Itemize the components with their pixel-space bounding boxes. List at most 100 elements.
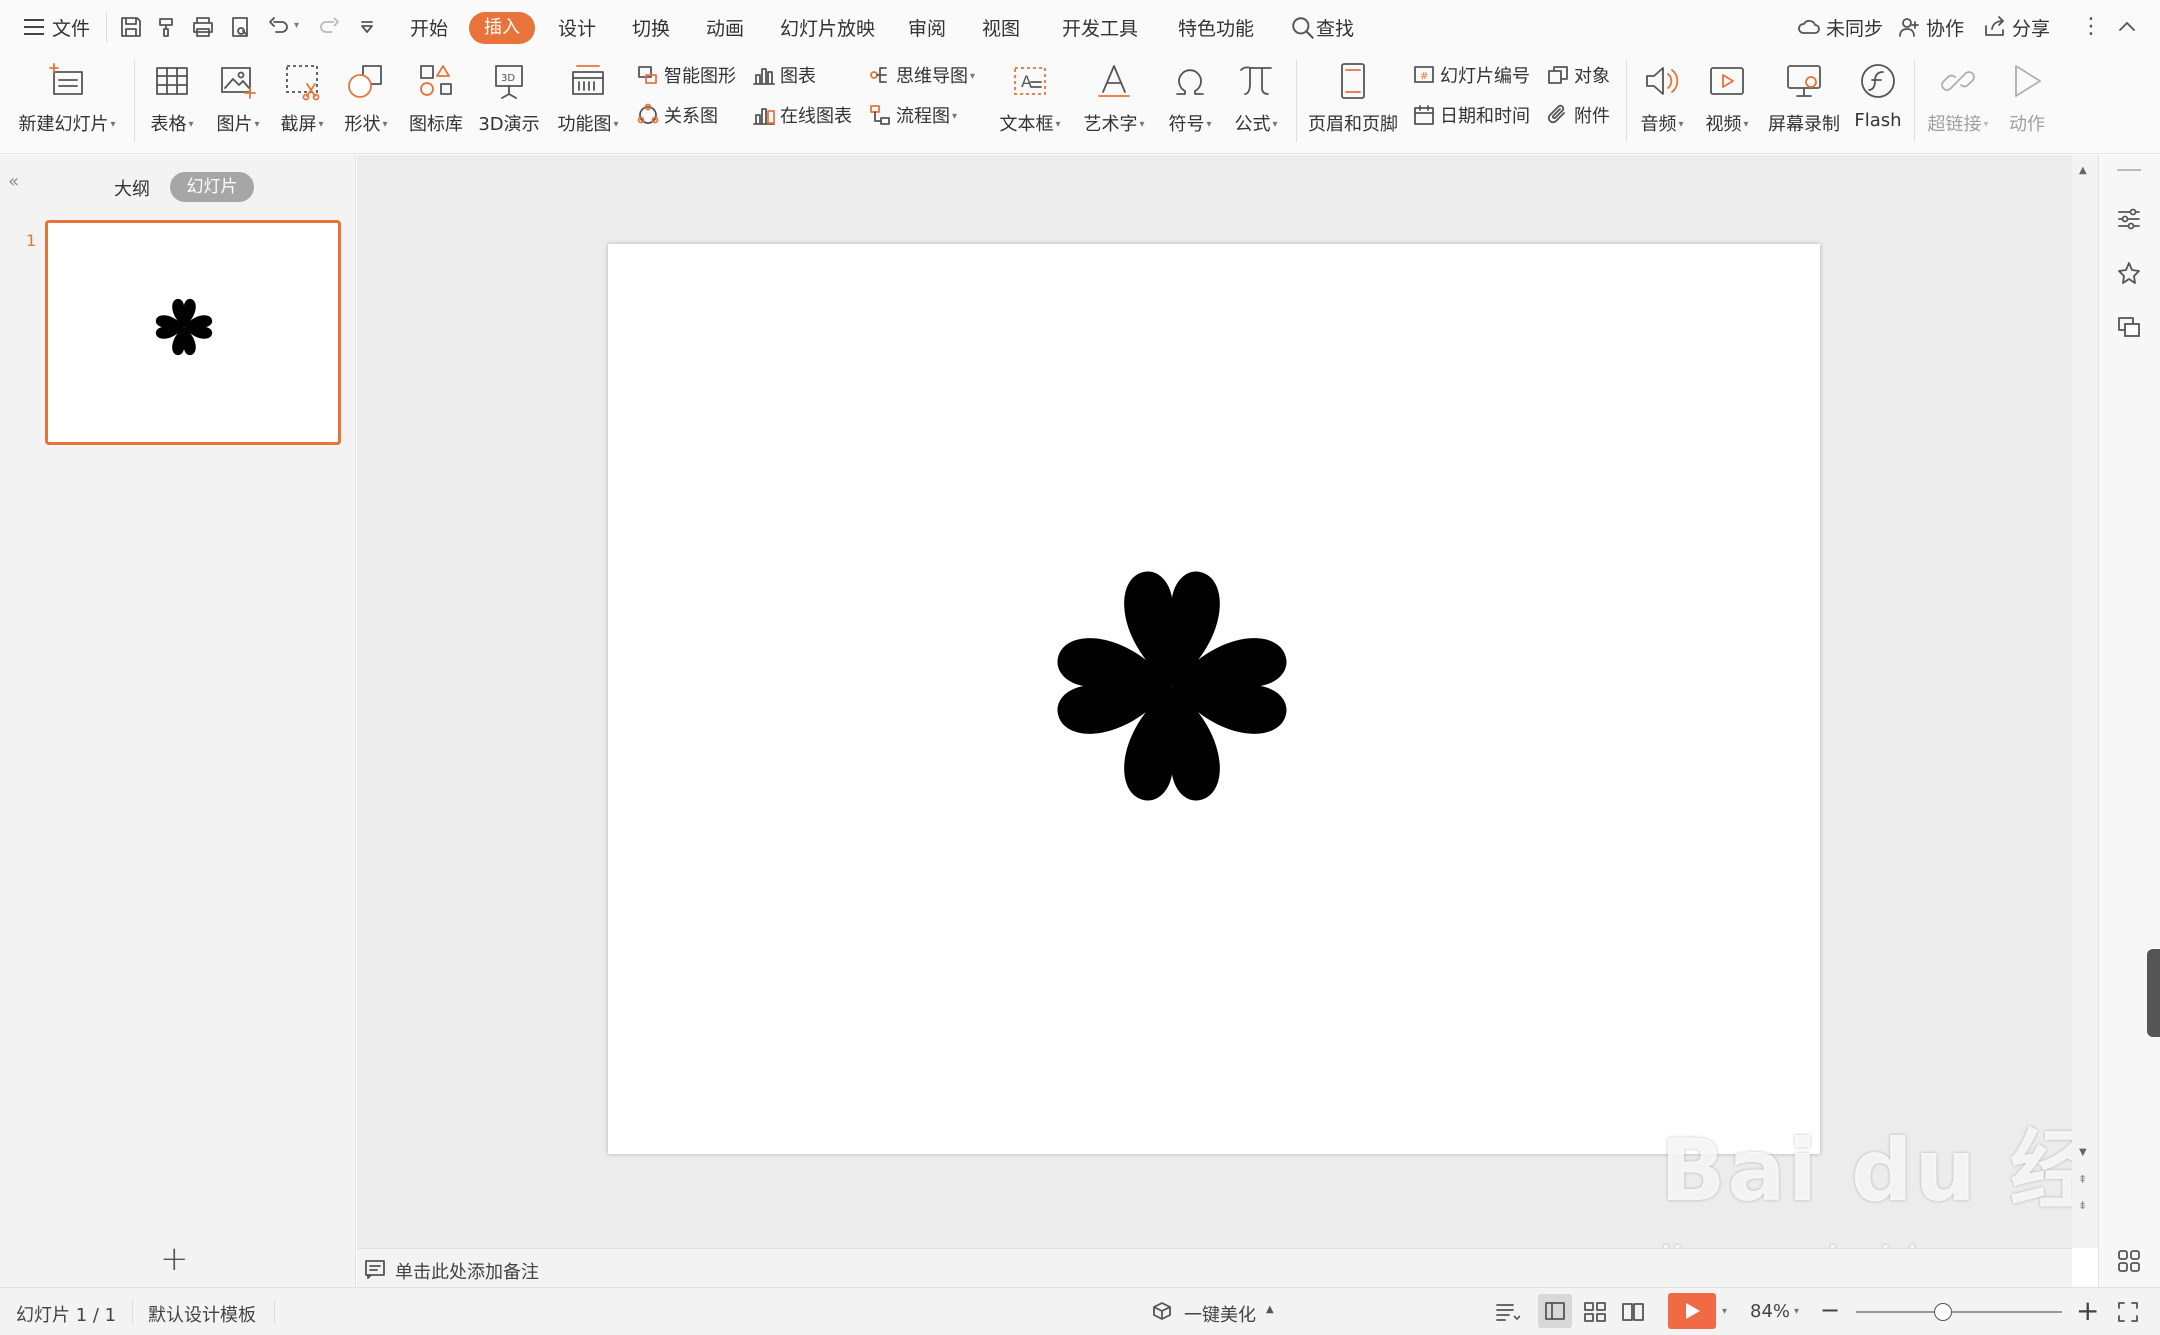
formula-button[interactable]: 公式 ▾ (1226, 60, 1286, 148)
tab-insert[interactable]: 插入 (469, 12, 535, 44)
share-icon[interactable] (1982, 14, 2008, 40)
hyperlink-button[interactable]: 超链接 ▾ (1922, 60, 1994, 148)
function-chart-button[interactable]: 功能图 ▾ (554, 60, 622, 148)
tab-home[interactable]: 开始 (410, 14, 448, 41)
tab-special[interactable]: 特色功能 (1178, 14, 1254, 41)
table-button[interactable]: 表格 ▾ (144, 60, 200, 148)
3d-demo-button[interactable]: 3D 3D演示 (474, 60, 544, 148)
print-preview-icon[interactable] (228, 14, 254, 40)
notes-toggle-icon[interactable] (1494, 1300, 1520, 1324)
audio-button[interactable]: 音频 ▾ (1634, 60, 1690, 148)
zoom-dropdown-icon[interactable]: ▾ (1794, 1306, 1799, 1317)
header-footer-button[interactable]: 页眉和页脚 (1306, 60, 1400, 148)
smart-art-button[interactable]: 智能图形 (636, 62, 736, 92)
search-label[interactable]: 查找 (1316, 14, 1354, 41)
notes-placeholder[interactable]: 单击此处添加备注 (395, 1258, 539, 1284)
divider (134, 60, 135, 142)
more-options-icon[interactable]: ⋮ (2080, 14, 2102, 39)
format-painter-icon[interactable] (154, 14, 180, 40)
reading-view-icon[interactable] (1620, 1299, 1646, 1325)
date-time-button[interactable]: 日期和时间 (1412, 102, 1530, 132)
screen-record-button[interactable]: 屏幕录制 (1764, 60, 1844, 148)
zoom-in-icon[interactable]: + (2076, 1294, 2099, 1327)
redo-icon[interactable] (316, 14, 342, 40)
sync-status[interactable]: 未同步 (1826, 14, 1883, 41)
picture-button[interactable]: 图片 ▾ (208, 60, 268, 148)
online-chart-button[interactable]: 在线图表 (752, 102, 852, 132)
textbox-button[interactable]: A 文本框 ▾ (994, 60, 1066, 148)
icon-library-button[interactable]: 图标库 (404, 60, 468, 148)
action-button[interactable]: 动作 (2002, 60, 2052, 148)
tab-review[interactable]: 审阅 (908, 14, 946, 41)
zoom-slider-track[interactable] (1856, 1303, 2062, 1321)
transition-pane-icon[interactable] (2115, 313, 2143, 341)
design-template[interactable]: 默认设计模板 (148, 1301, 256, 1327)
undo-dropdown-icon[interactable]: ▾ (294, 20, 299, 31)
shape-icon (348, 65, 382, 98)
notes-area[interactable]: 单击此处添加备注 (357, 1248, 2072, 1287)
slide-sorter-icon[interactable] (1582, 1299, 1608, 1325)
chart-button[interactable]: 图表 (752, 62, 816, 92)
next-slide-icon[interactable]: ⇟ (2078, 1199, 2087, 1212)
share-button[interactable]: 分享 (2012, 14, 2050, 41)
tab-view[interactable]: 视图 (982, 14, 1020, 41)
collaborate-icon[interactable] (1896, 14, 1922, 40)
normal-view-button[interactable] (1538, 1294, 1572, 1328)
save-icon[interactable] (118, 14, 144, 40)
slideshow-dropdown-icon[interactable]: ▾ (1722, 1306, 1727, 1317)
prev-slide-icon[interactable]: ⇞ (2078, 1173, 2087, 1186)
animation-pane-icon[interactable] (2115, 259, 2143, 287)
shape-button[interactable]: 形状 ▾ (336, 60, 396, 148)
customize-toolbar-icon[interactable] (354, 14, 380, 40)
file-menu[interactable]: 文件 (52, 14, 90, 41)
hamburger-menu-icon[interactable] (22, 16, 46, 38)
tab-design[interactable]: 设计 (558, 14, 596, 41)
divider (1914, 60, 1915, 142)
tab-slides[interactable]: 幻灯片 (170, 172, 254, 202)
symbol-button[interactable]: 符号 ▾ (1162, 60, 1218, 148)
zoom-level[interactable]: 84% (1750, 1301, 1790, 1322)
textbox-label: 文本框 (999, 114, 1054, 135)
mind-map-button[interactable]: 思维导图 ▾ (868, 62, 975, 92)
properties-icon[interactable] (2115, 205, 2143, 233)
slide-thumbnail[interactable] (45, 220, 341, 445)
side-widget-tab[interactable] (2147, 949, 2160, 1037)
tab-animation[interactable]: 动画 (706, 14, 744, 41)
attachment-button[interactable]: 附件 (1546, 102, 1610, 132)
tab-outline[interactable]: 大纲 (114, 175, 150, 201)
more-panels-icon[interactable] (2115, 1247, 2143, 1275)
slideshow-play-button[interactable] (1668, 1293, 1716, 1329)
tab-transition[interactable]: 切换 (632, 14, 670, 41)
collapse-panel-icon[interactable]: « (8, 171, 19, 192)
beautify-expand-icon[interactable]: ▲ (1266, 1304, 1274, 1315)
collapse-ribbon-icon[interactable] (2114, 14, 2140, 40)
zoom-out-icon[interactable]: − (1820, 1296, 1840, 1324)
print-icon[interactable] (190, 14, 216, 40)
slide-number-button[interactable]: # 幻灯片编号 (1412, 62, 1530, 92)
relation-button[interactable]: 关系图 (636, 102, 718, 132)
search-icon[interactable] (1290, 15, 1314, 39)
scroll-up-icon[interactable]: ▲ (2079, 165, 2087, 176)
new-slide-button[interactable]: 新建幻灯片 ▾ (12, 60, 122, 148)
slide-canvas[interactable] (608, 244, 1820, 1154)
tab-slideshow[interactable]: 幻灯片放映 (780, 14, 875, 41)
scroll-down-icon[interactable]: ▼ (2079, 1147, 2087, 1158)
vertical-scrollbar[interactable]: ▲ ▼ ⇞ ⇟ (2072, 155, 2098, 1248)
undo-icon[interactable] (266, 14, 292, 40)
clover-shape[interactable] (1042, 556, 1302, 816)
collaborate-button[interactable]: 协作 (1926, 14, 1964, 41)
beautify-icon[interactable] (1150, 1300, 1174, 1324)
word-art-button[interactable]: 艺术字 ▾ (1076, 60, 1152, 148)
cloud-sync-icon[interactable] (1796, 14, 1822, 40)
tab-developer[interactable]: 开发工具 (1062, 14, 1138, 41)
flowchart-button[interactable]: 流程图 ▾ (868, 102, 957, 132)
add-slide-icon[interactable]: + (160, 1239, 189, 1279)
fit-window-icon[interactable] (2116, 1300, 2140, 1324)
flash-button[interactable]: Flash (1850, 60, 1906, 148)
object-button[interactable]: 对象 (1546, 62, 1610, 92)
one-click-beautify[interactable]: 一键美化 (1184, 1301, 1256, 1327)
zoom-slider-thumb[interactable] (1933, 1303, 1952, 1321)
divider (132, 1300, 133, 1324)
video-button[interactable]: 视频 ▾ (1698, 60, 1756, 148)
screenshot-button[interactable]: 截屏 ▾ (272, 60, 332, 148)
